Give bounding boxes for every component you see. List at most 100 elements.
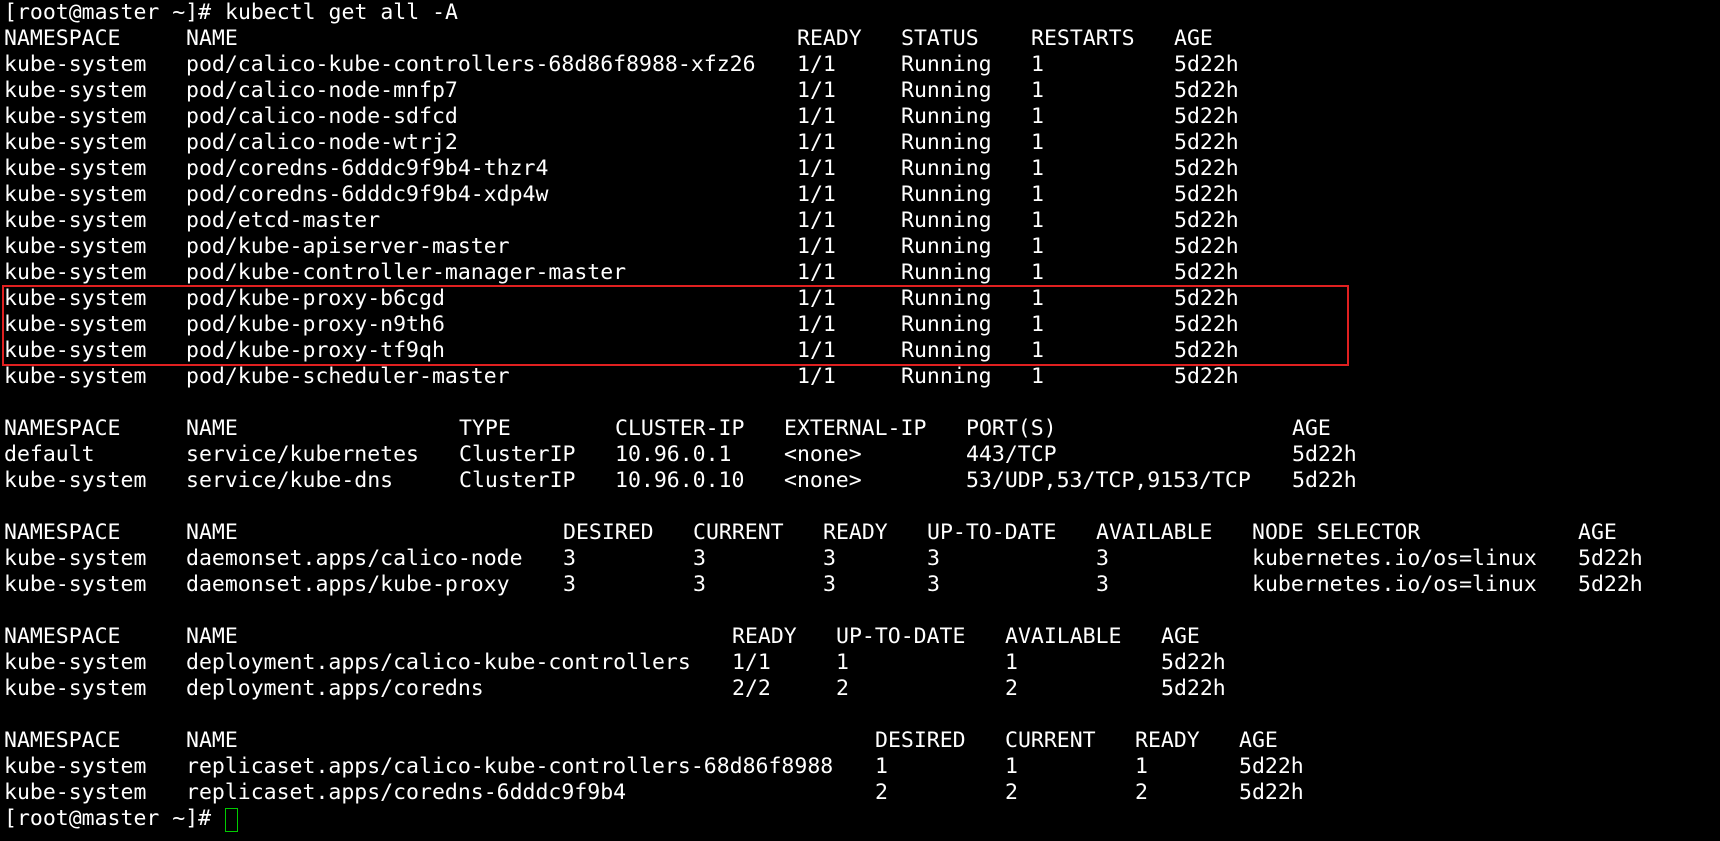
table-cell: 3 [823, 572, 836, 597]
table-cell: 1/1 [797, 130, 836, 155]
table-cell: kube-system [4, 364, 147, 389]
table-cell: 3 [927, 572, 940, 597]
table-cell: pod/kube-controller-manager-master [186, 260, 627, 285]
table-cell: kube-system [4, 156, 147, 181]
table-cell: service/kube-dns [186, 468, 394, 493]
table-cell: 5d22h [1174, 260, 1239, 285]
table-cell: 5d22h [1239, 780, 1304, 805]
table-cell: 3 [693, 572, 706, 597]
column-header: NAME [186, 728, 238, 753]
table-cell: Running [901, 208, 992, 233]
table-cell: 1 [1135, 754, 1148, 779]
table-cell: 5d22h [1174, 338, 1239, 363]
table-cell: 5d22h [1292, 468, 1357, 493]
table-cell: 5d22h [1578, 546, 1643, 571]
column-header: CLUSTER-IP [615, 416, 745, 441]
column-header: RESTARTS [1031, 26, 1135, 51]
table-cell: pod/coredns-6dddc9f9b4-xdp4w [186, 182, 549, 207]
table-cell: <none> [784, 442, 862, 467]
table-cell: Running [901, 104, 992, 129]
table-cell: 1 [1031, 234, 1044, 259]
table-cell: kube-system [4, 78, 147, 103]
column-header: AGE [1292, 416, 1331, 441]
column-header: NAME [186, 416, 238, 441]
table-cell: Running [901, 52, 992, 77]
table-cell: 3 [1096, 546, 1109, 571]
column-header: TYPE [459, 416, 511, 441]
table-cell: 1 [1031, 104, 1044, 129]
table-cell: Running [901, 364, 992, 389]
table-cell: 2/2 [732, 676, 771, 701]
column-header: READY [1135, 728, 1200, 753]
column-header: READY [823, 520, 888, 545]
table-cell: 1 [1031, 260, 1044, 285]
table-cell: pod/kube-proxy-b6cgd [186, 286, 445, 311]
column-header: CURRENT [1005, 728, 1096, 753]
table-cell: 2 [875, 780, 888, 805]
table-cell: Running [901, 286, 992, 311]
column-header: NAME [186, 624, 238, 649]
table-cell: 5d22h [1239, 754, 1304, 779]
table-cell: Running [901, 78, 992, 103]
table-cell: deployment.apps/calico-kube-controllers [186, 650, 691, 675]
table-cell: 5d22h [1174, 104, 1239, 129]
table-cell: Running [901, 182, 992, 207]
column-header: READY [732, 624, 797, 649]
table-cell: pod/kube-proxy-tf9qh [186, 338, 445, 363]
table-cell: daemonset.apps/calico-node [186, 546, 523, 571]
table-cell: 1/1 [797, 78, 836, 103]
table-cell: 10.96.0.1 [615, 442, 732, 467]
column-header: NAMESPACE [4, 520, 121, 545]
table-cell: deployment.apps/coredns [186, 676, 484, 701]
table-cell: 5d22h [1174, 78, 1239, 103]
table-cell: 1/1 [797, 52, 836, 77]
table-cell: 3 [823, 546, 836, 571]
table-cell: kube-system [4, 546, 147, 571]
table-cell: 5d22h [1292, 442, 1357, 467]
table-cell: kube-system [4, 286, 147, 311]
table-cell: pod/calico-node-mnfp7 [186, 78, 458, 103]
table-cell: 3 [563, 546, 576, 571]
table-cell: 1/1 [797, 312, 836, 337]
table-cell: 5d22h [1174, 130, 1239, 155]
column-header: READY [797, 26, 862, 51]
table-cell: Running [901, 130, 992, 155]
table-cell: 1 [1031, 286, 1044, 311]
terminal-window[interactable]: [root@master ~]# kubectl get all -A NAMESP… [0, 0, 1720, 841]
table-cell: 1 [1031, 364, 1044, 389]
table-cell: 1/1 [797, 234, 836, 259]
column-header: AGE [1239, 728, 1278, 753]
column-header: EXTERNAL-IP [784, 416, 927, 441]
table-cell: pod/kube-proxy-n9th6 [186, 312, 445, 337]
table-cell: 5d22h [1174, 182, 1239, 207]
cursor-block[interactable] [225, 808, 238, 832]
table-cell: Running [901, 338, 992, 363]
table-cell: 1/1 [797, 104, 836, 129]
table-cell: kube-system [4, 676, 147, 701]
table-cell: 5d22h [1174, 364, 1239, 389]
table-cell: 1/1 [797, 260, 836, 285]
table-cell: 5d22h [1174, 286, 1239, 311]
table-cell: service/kubernetes [186, 442, 419, 467]
table-cell: replicaset.apps/calico-kube-controllers-… [186, 754, 834, 779]
column-header: NAMESPACE [4, 624, 121, 649]
table-cell: kube-system [4, 754, 147, 779]
table-cell: 1 [1031, 208, 1044, 233]
table-cell: 5d22h [1161, 676, 1226, 701]
table-cell: kube-system [4, 104, 147, 129]
table-cell: Running [901, 234, 992, 259]
table-cell: kube-system [4, 650, 147, 675]
column-header: AVAILABLE [1005, 624, 1122, 649]
table-cell: 1/1 [732, 650, 771, 675]
table-cell: pod/calico-kube-controllers-68d86f8988-x… [186, 52, 756, 77]
table-cell: kube-system [4, 312, 147, 337]
table-cell: kubernetes.io/os=linux [1252, 546, 1537, 571]
table-cell: 2 [1005, 676, 1018, 701]
table-cell: 3 [927, 546, 940, 571]
column-header: DESIRED [563, 520, 654, 545]
table-cell: 1 [1031, 182, 1044, 207]
table-cell: 1 [1031, 52, 1044, 77]
table-cell: pod/calico-node-sdfcd [186, 104, 458, 129]
column-header: AGE [1161, 624, 1200, 649]
table-cell: Running [901, 260, 992, 285]
